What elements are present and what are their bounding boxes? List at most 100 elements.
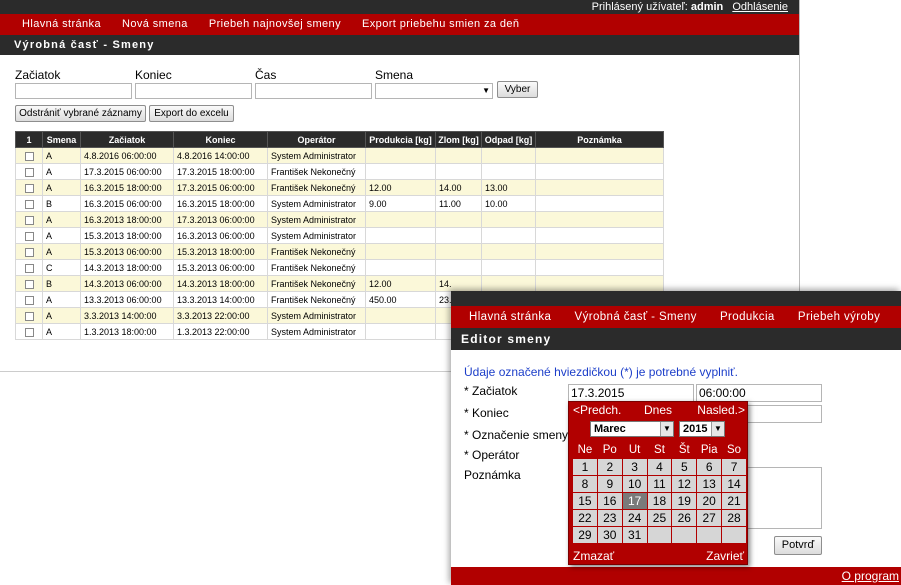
calendar-selected-day[interactable]: 17 <box>622 493 647 509</box>
confirm-button[interactable]: Potvrď <box>774 536 822 555</box>
calendar-day[interactable]: 5 <box>672 459 697 475</box>
cell-end: 17.3.2013 06:00:00 <box>173 211 268 228</box>
filter-end-input[interactable] <box>135 83 252 99</box>
calendar-day[interactable]: 30 <box>597 527 622 543</box>
calendar-day[interactable]: 24 <box>622 510 647 526</box>
filter-shift-label: Smena <box>375 68 414 82</box>
calendar-day[interactable]: 20 <box>697 493 722 509</box>
filter-time-input[interactable] <box>255 83 372 99</box>
calendar-year-select[interactable]: 2015 ▼ <box>679 421 725 437</box>
calendar-day[interactable]: 14 <box>722 476 746 492</box>
cell-operator: System Administrator <box>267 211 366 228</box>
calendar-day[interactable]: 13 <box>697 476 722 492</box>
row-checkbox[interactable] <box>24 279 34 289</box>
cell-production <box>365 307 436 324</box>
calendar-clear-link[interactable]: Zmazať <box>573 548 614 564</box>
cell-start: 13.3.2013 06:00:00 <box>80 291 174 308</box>
col-shift[interactable]: Smena <box>42 131 81 148</box>
calendar-weekday: Pia <box>697 442 722 458</box>
cell-waste: 13.00 <box>481 179 536 196</box>
table-row: B 16.3.2015 06:00:00 16.3.2015 18:00:00 Sys… <box>15 195 664 212</box>
calendar-day[interactable]: 2 <box>597 459 622 475</box>
start-date-input[interactable]: 17.3.2015 <box>568 384 694 402</box>
calendar-prev-link[interactable]: <Predch. <box>573 402 621 418</box>
calendar-day[interactable]: 27 <box>697 510 722 526</box>
row-checkbox[interactable] <box>24 167 34 177</box>
filter-shift-select[interactable]: ▼ <box>375 83 493 99</box>
calendar-day[interactable]: 25 <box>647 510 672 526</box>
filter-start-input[interactable] <box>15 83 132 99</box>
menu-item-export-day[interactable]: Export priebehu smien za deň <box>362 14 519 35</box>
cell-start: 1.3.2013 18:00:00 <box>80 323 174 340</box>
calendar-day[interactable]: 3 <box>622 459 647 475</box>
calendar-day[interactable]: 28 <box>722 510 746 526</box>
menu-item-latest-shift[interactable]: Priebeh najnovšej smeny <box>209 14 341 35</box>
calendar-day[interactable]: 31 <box>622 527 647 543</box>
row-checkbox[interactable] <box>24 327 34 337</box>
col-production[interactable]: Produkcia [kg] <box>365 131 436 148</box>
editor-menu-item-shifts[interactable]: Výrobná časť - Smeny <box>575 306 697 328</box>
row-checkbox[interactable] <box>24 263 34 273</box>
row-checkbox[interactable] <box>24 183 34 193</box>
about-program-link[interactable]: O program <box>842 569 899 583</box>
export-excel-button[interactable]: Export do excelu <box>149 105 234 122</box>
editor-menu-item-process[interactable]: Priebeh výroby <box>798 306 880 328</box>
calendar-day[interactable]: 1 <box>573 459 597 475</box>
required-fields-note: Údaje označené hviezdičkou (*) je potreb… <box>464 365 738 379</box>
calendar-day[interactable]: 7 <box>722 459 746 475</box>
calendar-day[interactable]: 23 <box>597 510 622 526</box>
row-checkbox[interactable] <box>24 199 34 209</box>
calendar-day[interactable]: 26 <box>672 510 697 526</box>
calendar-day[interactable]: 4 <box>647 459 672 475</box>
calendar-day[interactable]: 6 <box>697 459 722 475</box>
menu-item-new-shift[interactable]: Nová smena <box>122 14 188 35</box>
calendar-next-link[interactable]: Nasled.> <box>697 402 745 418</box>
col-operator[interactable]: Operátor <box>267 131 366 148</box>
calendar-day[interactable]: 8 <box>573 476 597 492</box>
cell-operator: František Nekonečný <box>267 179 366 196</box>
calendar-close-link[interactable]: Zavrieť <box>706 548 744 564</box>
cell-break <box>435 227 482 244</box>
calendar-day[interactable]: 10 <box>622 476 647 492</box>
editor-menu-item-home[interactable]: Hlavná stránka <box>469 306 551 328</box>
calendar-day[interactable]: 29 <box>573 527 597 543</box>
calendar-week: 1234567 <box>573 459 746 475</box>
col-waste[interactable]: Odpad [kg] <box>481 131 536 148</box>
col-note[interactable]: Poznámka <box>535 131 664 148</box>
row-checkbox[interactable] <box>24 151 34 161</box>
delete-selected-button[interactable]: Odstrániť vybrané záznamy <box>15 105 146 122</box>
note-label: Poznámka <box>464 468 521 482</box>
row-checkbox[interactable] <box>24 247 34 257</box>
start-time-input[interactable]: 06:00:00 <box>696 384 822 402</box>
calendar-day[interactable]: 15 <box>573 493 597 509</box>
editor-menu-item-production[interactable]: Produkcia <box>720 306 775 328</box>
row-checkbox[interactable] <box>24 231 34 241</box>
select-filter-button[interactable]: Vyber <box>497 81 538 98</box>
calendar-today-link[interactable]: Dnes <box>644 402 672 418</box>
col-break[interactable]: Zlom [kg] <box>435 131 482 148</box>
calendar-day[interactable]: 11 <box>647 476 672 492</box>
calendar-day[interactable]: 12 <box>672 476 697 492</box>
calendar-day[interactable]: 9 <box>597 476 622 492</box>
calendar-day[interactable]: 22 <box>573 510 597 526</box>
row-checkbox[interactable] <box>24 215 34 225</box>
cell-start: 17.3.2015 06:00:00 <box>80 163 174 180</box>
calendar-day[interactable]: 21 <box>722 493 746 509</box>
cell-waste: 10.00 <box>481 195 536 212</box>
calendar-day[interactable]: 16 <box>597 493 622 509</box>
col-end[interactable]: Koniec <box>173 131 268 148</box>
cell-note <box>535 243 664 260</box>
calendar-day[interactable]: 18 <box>647 493 672 509</box>
calendar-day[interactable]: 19 <box>672 493 697 509</box>
col-start[interactable]: Začiatok <box>80 131 174 148</box>
logout-link[interactable]: Odhlásenie <box>732 1 788 13</box>
row-checkbox[interactable] <box>24 295 34 305</box>
calendar-month-select[interactable]: Marec ▼ <box>590 421 674 437</box>
cell-operator: František Nekonečný <box>267 291 366 308</box>
col-select[interactable]: 1 <box>15 131 43 148</box>
cell-note <box>535 275 664 292</box>
row-select-cell <box>15 291 43 308</box>
row-checkbox[interactable] <box>24 311 34 321</box>
cell-end: 17.3.2015 18:00:00 <box>173 163 268 180</box>
menu-item-home[interactable]: Hlavná stránka <box>22 14 101 35</box>
